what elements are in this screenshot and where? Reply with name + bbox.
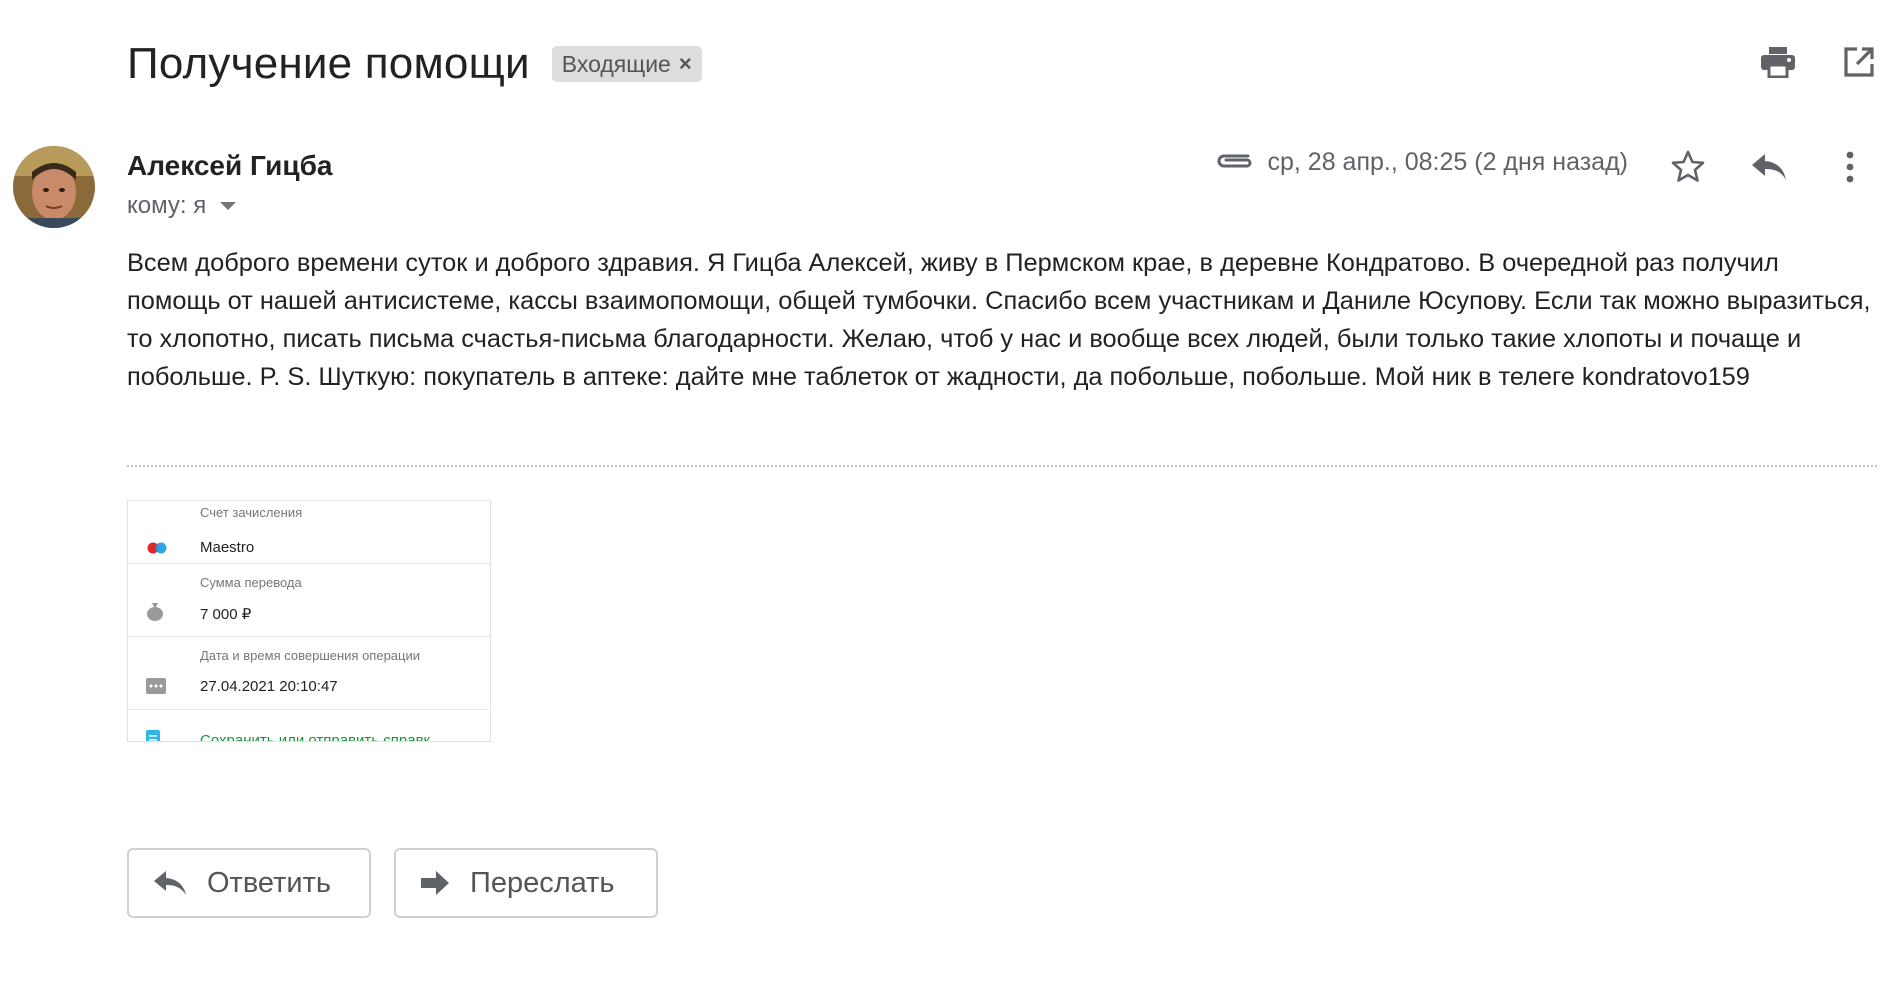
email-body: Всем доброго времени суток и доброго здр… — [127, 249, 1871, 391]
calendar-dots-icon — [146, 678, 166, 699]
message-date: ср, 28 апр., 08:25 (2 дня назад) — [1267, 148, 1629, 176]
datetime-value: 27.04.2021 20:10:47 — [200, 678, 338, 695]
remove-label-button[interactable]: × — [679, 51, 692, 77]
reply-icon[interactable] — [1745, 143, 1793, 191]
reply-button[interactable]: Ответить — [127, 848, 371, 918]
recipients-label: кому: я — [127, 192, 207, 219]
datetime-caption: Дата и время совершения операции — [200, 648, 421, 663]
email-subject: Получение помощи — [127, 39, 530, 88]
datetime-row: Дата и время совершения операции 27.04.2… — [128, 636, 490, 710]
account-row: Счет зачисления Maestro — [128, 501, 490, 564]
document-icon — [146, 730, 160, 741]
maestro-icon — [146, 541, 168, 559]
account-caption: Счет зачисления — [200, 505, 303, 520]
open-in-new-window-icon[interactable] — [1839, 42, 1879, 82]
money-bag-icon — [146, 601, 164, 626]
sender-avatar[interactable] — [13, 146, 95, 228]
star-icon[interactable] — [1664, 143, 1712, 191]
forward-button[interactable]: Переслать — [394, 848, 658, 918]
amount-caption: Сумма перевода — [200, 575, 302, 590]
more-vert-icon[interactable] — [1826, 143, 1874, 191]
subject-row: Получение помощи Входящие × — [127, 34, 702, 94]
inbox-label-chip[interactable]: Входящие × — [551, 46, 702, 82]
save-or-send-link[interactable]: Сохранить или отправить справк — [200, 732, 430, 741]
inbox-label-text: Входящие — [561, 50, 671, 77]
reply-button-label: Ответить — [207, 866, 331, 899]
print-icon[interactable] — [1758, 42, 1798, 82]
attachment-thumbnail[interactable]: Счет зачисления Maestro Сумма перевода 7… — [127, 500, 491, 742]
message-meta: ср, 28 апр., 08:25 (2 дня назад) — [1214, 148, 1629, 177]
sender-name: Алексей Гицба — [127, 150, 333, 181]
paperclip-icon — [1214, 148, 1254, 177]
recipients-dropdown[interactable]: кому: я — [127, 192, 237, 220]
forward-button-label: Переслать — [470, 866, 615, 899]
account-value: Maestro — [200, 539, 255, 556]
amount-value: 7 000 ₽ — [200, 606, 252, 623]
amount-row: Сумма перевода 7 000 ₽ — [128, 563, 490, 637]
reply-icon — [153, 870, 187, 896]
chevron-down-icon — [220, 202, 237, 210]
attachments-divider — [127, 465, 1877, 467]
forward-icon — [420, 870, 450, 896]
